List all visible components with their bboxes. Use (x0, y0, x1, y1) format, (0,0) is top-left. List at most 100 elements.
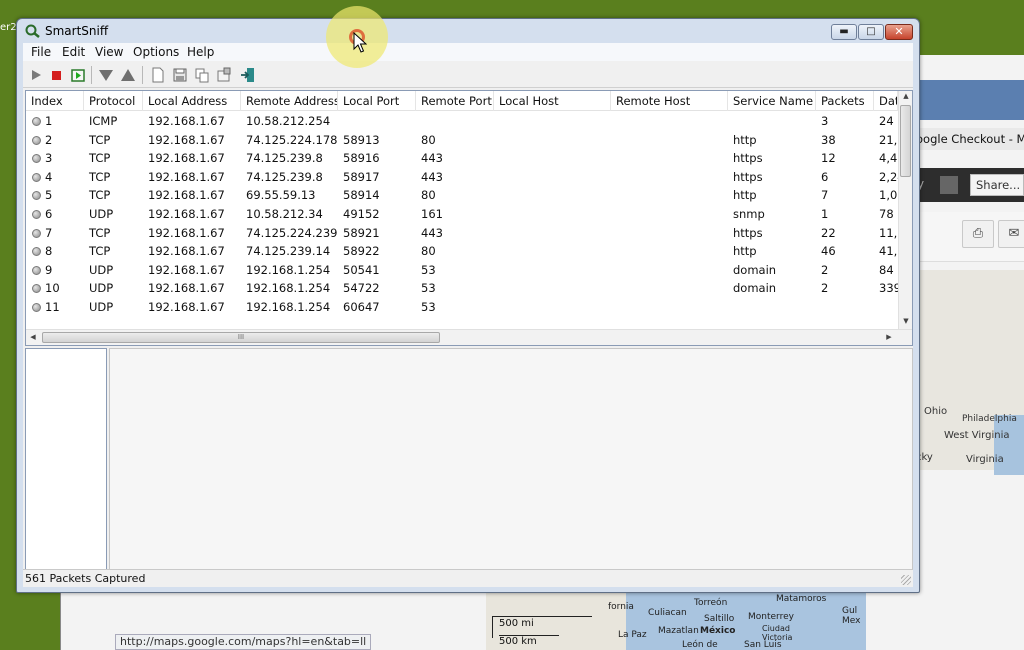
table-row[interactable]: 9 UDP 192.168.1.67 192.168.1.254 50541 53 doma… (26, 261, 898, 279)
column-remote-port[interactable]: Remote Port (416, 91, 494, 111)
cell-local-host (494, 279, 611, 297)
cell-remote-address: 74.125.239.8 (246, 151, 323, 166)
scroll-right-icon[interactable]: ▶ (882, 333, 896, 341)
cell-local-address: 192.168.1.67 (148, 281, 225, 296)
email-icon[interactable]: ✉ (998, 220, 1024, 248)
cell-data: 21,9 (879, 132, 898, 147)
connections-list[interactable]: Index Protocol Local Address Remote Addr… (25, 90, 913, 346)
resize-grip[interactable] (901, 575, 911, 585)
table-row[interactable]: 5 TCP 192.168.1.67 69.55.59.13 58914 80 http 7 1… (26, 186, 898, 204)
menu-help[interactable]: Help (185, 44, 216, 60)
cell-remote-address: 10.58.212.34 (246, 207, 323, 221)
cell-service-name: http (733, 244, 757, 259)
table-row[interactable]: 7 TCP 192.168.1.67 74.125.224.239 58921 443 ht… (26, 224, 898, 242)
table-row[interactable]: 2 TCP 192.168.1.67 74.125.224.178 58913 80 htt… (26, 131, 898, 149)
map-label: San Luis (744, 640, 782, 650)
cell-local-port: 50541 (343, 262, 380, 277)
map-label: Gul (842, 606, 858, 616)
new-document-icon[interactable] (149, 66, 167, 84)
column-local-host[interactable]: Local Host (494, 91, 611, 111)
cell-local-host (494, 131, 611, 149)
menu-edit[interactable]: Edit (60, 44, 87, 60)
cell-local-port: 58922 (343, 244, 380, 259)
packet-content-pane[interactable] (109, 348, 913, 583)
vertical-scroll-thumb[interactable] (900, 105, 911, 177)
column-data[interactable]: Data (874, 91, 898, 111)
table-row[interactable]: 6 UDP 192.168.1.67 10.58.212.34 49152 161 snmp… (26, 205, 898, 223)
table-row[interactable]: 10 UDP 192.168.1.67 192.168.1.254 54722 53 dom… (26, 279, 898, 297)
cell-local-address: 192.168.1.67 (148, 300, 225, 314)
properties-icon[interactable] (215, 66, 233, 84)
copy-icon[interactable] (193, 66, 211, 84)
packet-summary-pane[interactable] (25, 348, 107, 583)
cell-service-name (728, 112, 816, 130)
vertical-scrollbar[interactable]: ▲ ▼ (898, 91, 912, 329)
next-item-icon[interactable] (97, 66, 115, 84)
cell-data: 1,01 (879, 188, 898, 203)
print-icon[interactable]: ⎙ (962, 220, 994, 248)
cell-local-port: 58914 (343, 188, 380, 203)
start-capture-icon[interactable] (27, 66, 45, 84)
title-bar[interactable]: SmartSniff ▬ □ ✕ (17, 19, 919, 43)
table-row[interactable]: 1 ICMP 192.168.1.67 10.58.212.254 3 24 E (26, 112, 898, 130)
cell-remote-host (611, 242, 728, 260)
cell-data: 2,24 (879, 169, 898, 184)
minimize-button[interactable]: ▬ (831, 24, 857, 40)
scroll-down-icon[interactable]: ▼ (899, 317, 913, 325)
column-remote-address[interactable]: Remote Address (241, 91, 338, 111)
menu-view[interactable]: View (93, 44, 125, 60)
map-label: Culiacan (648, 608, 687, 618)
table-row[interactable]: 3 TCP 192.168.1.67 74.125.239.8 58916 443 http… (26, 149, 898, 167)
column-local-port[interactable]: Local Port (338, 91, 416, 111)
cell-remote-address: 192.168.1.254 (246, 281, 331, 296)
cell-local-port: 60647 (343, 300, 380, 314)
map-right[interactable]: Ohio Philadelphia West Virginia Virginia… (914, 270, 1024, 475)
cell-remote-port: 80 (421, 188, 436, 203)
table-row[interactable]: 8 TCP 192.168.1.67 74.125.239.14 58922 80 http… (26, 242, 898, 260)
cell-remote-address: 192.168.1.254 (246, 262, 331, 277)
scroll-left-icon[interactable]: ◀ (26, 333, 40, 341)
table-row[interactable]: 4 TCP 192.168.1.67 74.125.239.8 58917 443 http… (26, 168, 898, 186)
cell-local-port: 58917 (343, 169, 380, 184)
map-label: Saltillo (704, 614, 735, 624)
previous-item-icon[interactable] (119, 66, 137, 84)
menu-file[interactable]: File (29, 44, 53, 60)
clear-capture-icon[interactable] (69, 66, 87, 84)
cell-remote-address: 74.125.224.178 (246, 132, 338, 147)
cell-remote-port (416, 112, 494, 130)
cell-index: 10 (45, 281, 60, 296)
cell-remote-address: 74.125.239.14 (246, 244, 331, 259)
save-icon[interactable] (171, 66, 189, 84)
cell-local-host (494, 149, 611, 167)
cell-local-address: 192.168.1.67 (148, 169, 225, 184)
exit-icon[interactable] (239, 66, 257, 84)
list-header: Index Protocol Local Address Remote Addr… (26, 91, 898, 111)
cell-protocol: UDP (89, 300, 114, 314)
table-row[interactable]: 11 UDP 192.168.1.67 192.168.1.254 60647 53 (26, 298, 898, 316)
google-bar: y Share... (914, 168, 1024, 202)
stop-capture-icon[interactable] (47, 66, 65, 84)
cell-data: 78 E (879, 207, 898, 221)
scroll-up-icon[interactable]: ▲ (899, 92, 913, 100)
close-button[interactable]: ✕ (885, 24, 913, 40)
google-bar-square-icon[interactable] (940, 176, 958, 194)
map-scale: 500 mi 500 km (492, 616, 592, 647)
column-packets[interactable]: Packets (816, 91, 874, 111)
column-protocol[interactable]: Protocol (84, 91, 143, 111)
cell-local-port: 54722 (343, 281, 380, 296)
cell-protocol: TCP (89, 132, 111, 147)
column-remote-host[interactable]: Remote Host (611, 91, 728, 111)
cell-packets: 7 (821, 188, 829, 203)
cell-remote-port: 80 (421, 244, 436, 259)
horizontal-scroll-thumb[interactable]: III (42, 332, 440, 343)
share-button[interactable]: Share... (970, 174, 1024, 196)
horizontal-scrollbar[interactable]: ◀ III ▶ (26, 329, 912, 345)
browser-tab-title[interactable]: oogle Checkout - Me (914, 128, 1024, 150)
menu-options[interactable]: Options (131, 44, 181, 60)
cell-protocol: TCP (89, 188, 111, 203)
column-service-name[interactable]: Service Name (728, 91, 816, 111)
column-index[interactable]: Index (26, 91, 84, 111)
column-local-address[interactable]: Local Address (143, 91, 241, 111)
map-water (994, 415, 1024, 475)
maximize-button[interactable]: □ (858, 24, 884, 40)
